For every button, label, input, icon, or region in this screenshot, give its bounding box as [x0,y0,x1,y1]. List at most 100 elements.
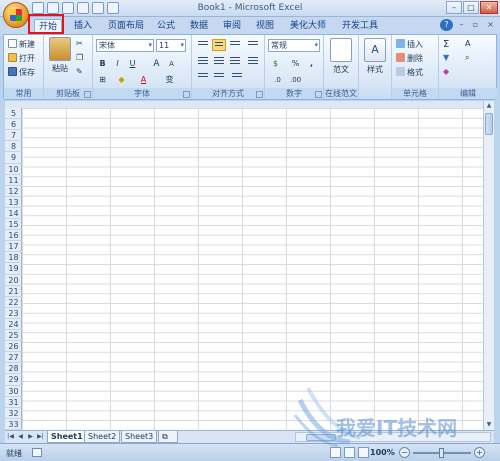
row-header[interactable]: 8 [5,141,22,153]
comma-button[interactable]: , [305,57,318,70]
format-painter-icon[interactable]: ✎ [76,67,83,76]
new-button[interactable]: 新建 [8,39,35,50]
scroll-down-icon[interactable]: ▼ [484,420,494,430]
cell-area[interactable] [22,108,483,430]
cut-icon[interactable]: ✂ [76,39,83,48]
row-header[interactable]: 32 [5,408,22,419]
insert-cells-button[interactable]: 插入 [396,39,423,50]
align-center-icon[interactable] [212,55,226,67]
row-header[interactable]: 19 [5,263,22,275]
row-header[interactable]: 13 [5,197,22,208]
zoom-slider-knob[interactable] [439,448,444,458]
row-header[interactable]: 30 [5,386,22,397]
row-header[interactable]: 27 [5,352,22,364]
scroll-up-icon[interactable]: ▲ [484,101,494,111]
styles-button[interactable]: A 样式 [363,38,387,75]
percent-button[interactable]: % [289,57,302,70]
row-header[interactable]: 5 [5,108,22,120]
font-color-button[interactable]: A [137,73,150,86]
tab-developer[interactable]: 开发工具 [340,19,380,35]
help-icon[interactable]: ? [440,19,453,31]
align-middle-icon[interactable] [212,39,226,51]
zoom-level[interactable]: 100% [370,448,395,457]
office-button[interactable] [3,2,29,28]
number-launcher-icon[interactable] [315,91,322,98]
increase-indent-icon[interactable] [212,71,226,83]
row-header[interactable]: 9 [5,152,22,164]
align-right-icon[interactable] [228,55,242,67]
border-icon[interactable]: ⊞ [96,73,109,86]
row-header[interactable]: 28 [5,363,22,375]
tab-insert[interactable]: 插入 [72,19,94,35]
number-format-select[interactable]: 常规 [268,39,320,52]
row-header[interactable]: 23 [5,308,22,319]
row-header[interactable]: 22 [5,297,22,308]
row-header[interactable]: 18 [5,252,22,264]
page-layout-view-icon[interactable] [344,447,355,458]
last-sheet-icon[interactable]: ▶| [36,432,45,442]
shrink-font-button[interactable]: A [165,57,178,70]
ribbon-minimize-icon[interactable]: – [455,19,468,31]
sort-filter-button[interactable]: A [465,39,470,48]
row-header[interactable]: 29 [5,374,22,386]
row-header[interactable]: 31 [5,397,22,408]
sheet-tab-3[interactable]: Sheet3 [121,431,158,443]
decrease-indent-icon[interactable] [196,71,210,83]
alignment-launcher-icon[interactable] [256,91,263,98]
row-header[interactable]: 14 [5,208,22,220]
insert-sheet-icon[interactable]: ⧉ [158,431,178,443]
sheet-tab-1[interactable]: Sheet1 [47,431,87,443]
row-header[interactable]: 15 [5,219,22,231]
row-header[interactable]: 20 [5,275,22,286]
row-header[interactable]: 17 [5,241,22,253]
zoom-slider[interactable] [413,448,471,458]
row-header[interactable]: 11 [5,175,22,186]
row-header[interactable]: 16 [5,230,22,242]
row-header[interactable]: 7 [5,130,22,142]
currency-icon[interactable]: $ [269,57,282,70]
font-name-select[interactable]: 宋体 [96,39,154,52]
first-sheet-icon[interactable]: |◀ [6,432,15,442]
row-header[interactable]: 6 [5,119,22,131]
increase-decimal-icon[interactable]: .0 [271,73,284,86]
tab-review[interactable]: 审阅 [221,19,243,35]
phonetic-button[interactable]: 变 [163,73,176,86]
merge-center-icon[interactable] [246,55,260,67]
align-bottom-icon[interactable] [228,39,242,51]
vertical-scroll-thumb[interactable] [485,113,493,135]
worksheet-grid[interactable]: 5 6 7 8 9 10 11 12 13 14 15 16 17 18 19 20 21 22 23 24 25 26 2… [5,108,483,430]
underline-button[interactable]: U [126,57,139,70]
autosum-button[interactable]: Σ [443,39,449,50]
ribbon-restore-icon[interactable]: ▫ [469,19,482,31]
row-header[interactable]: 33 [5,419,22,430]
save-button[interactable]: 保存 [8,67,35,78]
align-top-icon[interactable] [196,39,210,51]
close-button[interactable]: ✕ [480,1,498,14]
row-header[interactable]: 21 [5,286,22,297]
template-button[interactable]: 范文 [329,38,353,75]
workbook-close-icon[interactable]: × [484,19,497,31]
align-left-icon[interactable] [196,55,210,67]
tab-data[interactable]: 数据 [188,19,210,35]
fill-icon[interactable]: ▼ [443,53,449,62]
row-header[interactable]: 12 [5,186,22,197]
tab-beautify[interactable]: 美化大师 [288,19,328,35]
tab-page-layout[interactable]: 页面布局 [106,19,146,35]
page-break-view-icon[interactable] [358,447,369,458]
tab-formulas[interactable]: 公式 [155,19,177,35]
next-sheet-icon[interactable]: ▶ [26,432,35,442]
wrap-text-icon[interactable] [246,39,260,51]
clear-icon[interactable]: ◆ [443,67,449,76]
vertical-scrollbar[interactable]: ▲ ▼ [483,101,494,430]
copy-icon[interactable]: ❐ [76,53,83,62]
open-button[interactable]: 打开 [8,53,35,64]
italic-button[interactable]: I [111,57,124,70]
row-header[interactable]: 26 [5,341,22,353]
clipboard-launcher-icon[interactable] [84,91,91,98]
decrease-decimal-icon[interactable]: .00 [289,73,302,86]
delete-cells-button[interactable]: 删除 [396,53,423,64]
horizontal-scroll-thumb[interactable] [306,434,336,441]
font-launcher-icon[interactable] [183,91,190,98]
find-select-icon[interactable]: ⌕ [465,53,469,63]
format-cells-button[interactable]: 格式 [396,67,423,78]
